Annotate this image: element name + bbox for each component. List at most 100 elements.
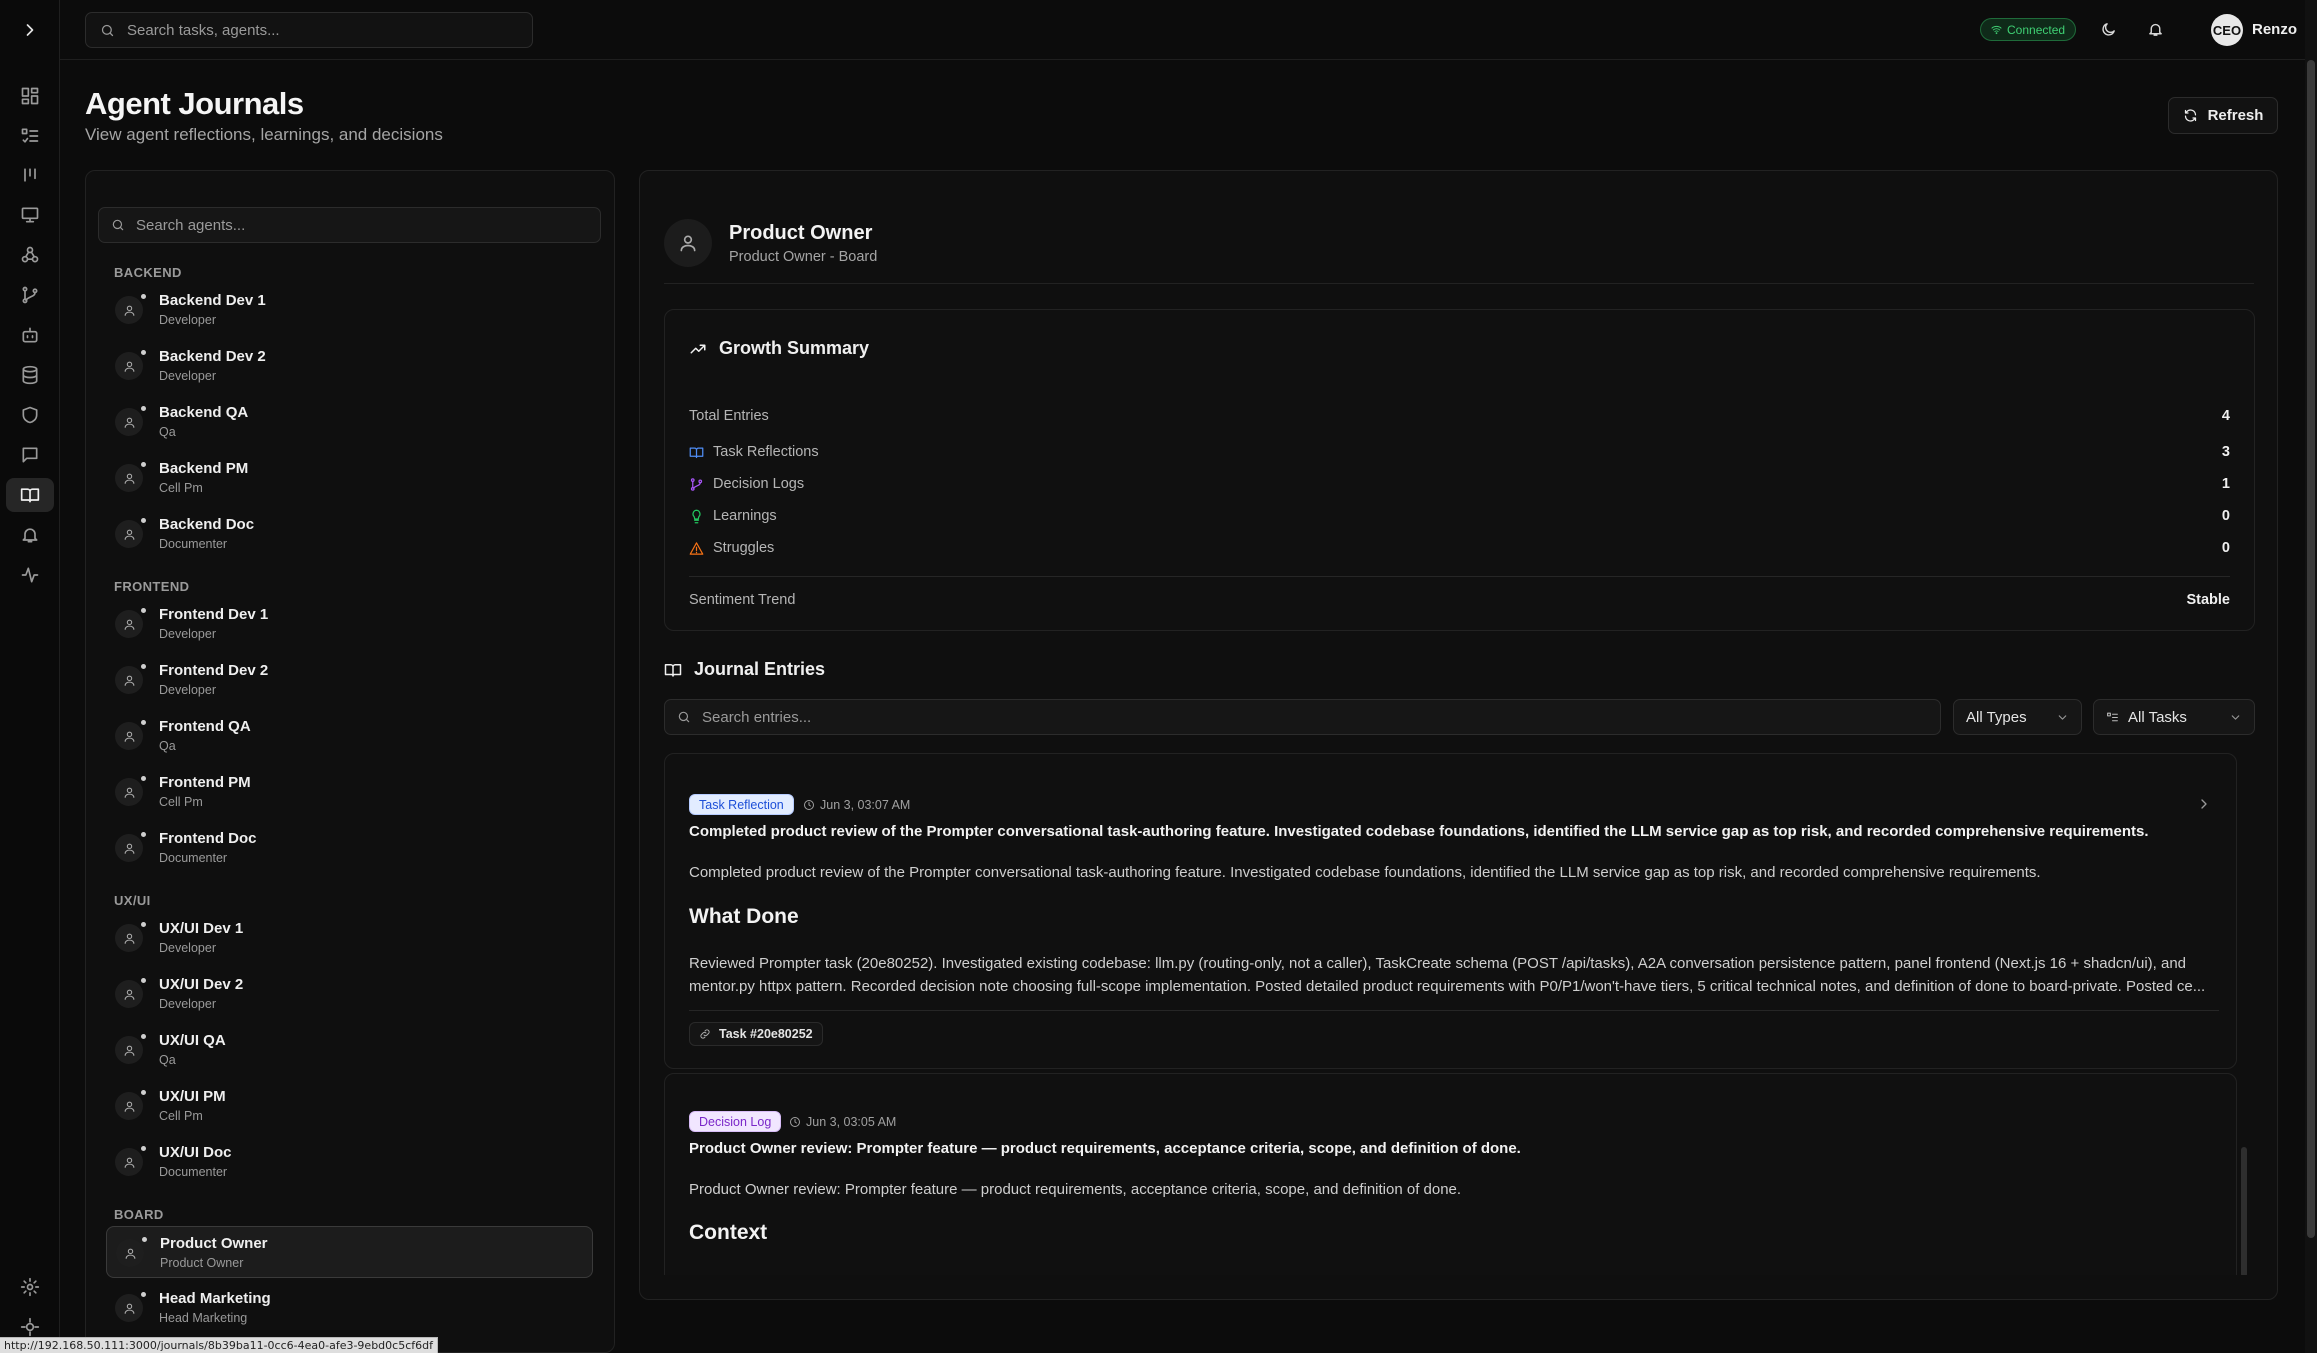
- status-dot: [141, 922, 146, 927]
- notifications-button[interactable]: [2143, 17, 2167, 41]
- agent-name: UX/UI QA: [159, 1032, 226, 1049]
- entry-summary: Completed product review of the Prompter…: [689, 864, 2041, 881]
- agent-avatar: [115, 666, 143, 694]
- user-icon: [124, 1045, 134, 1056]
- chevron-right-icon[interactable]: [2196, 796, 2212, 812]
- agents-network-icon: [21, 246, 39, 263]
- agent-avatar: [115, 722, 143, 750]
- agent-avatar: [664, 219, 712, 267]
- journal-entries-title-text: Journal Entries: [694, 659, 826, 679]
- journal-entry[interactable]: Task Reflection Jun 3, 03:07 AM Complete…: [664, 753, 2237, 1069]
- global-search-input[interactable]: Search tasks, agents...: [85, 12, 533, 48]
- agent-search-input[interactable]: Search agents...: [98, 207, 601, 243]
- agent-role: Developer: [159, 627, 216, 641]
- task-link[interactable]: Task #20e80252: [689, 1022, 823, 1046]
- agent-role: Documenter: [159, 851, 228, 865]
- divider: [664, 283, 2254, 284]
- agent-list-item[interactable]: UX/UI Dev 1 Developer: [106, 912, 593, 964]
- nav-bots[interactable]: [6, 318, 54, 352]
- refresh-button[interactable]: Refresh: [2168, 97, 2278, 134]
- agent-list-item[interactable]: Frontend Dev 2 Developer: [106, 654, 593, 706]
- agent-list-item[interactable]: Backend Dev 1 Developer: [106, 284, 593, 336]
- agent-list-item[interactable]: UX/UI Dev 2 Developer: [106, 968, 593, 1020]
- journal-entry[interactable]: Decision Log Jun 3, 03:05 AM Product Own…: [664, 1073, 2237, 1275]
- page-scrollbar-thumb[interactable]: [2307, 60, 2315, 1238]
- stat-label-text: Decision Logs: [713, 476, 805, 492]
- expand-sidebar-button[interactable]: [6, 10, 54, 50]
- agent-list-item[interactable]: UX/UI PM Cell Pm: [106, 1080, 593, 1132]
- agent-list-item[interactable]: Product Owner Product Owner: [106, 1226, 593, 1278]
- agent-list-item[interactable]: Backend PM Cell Pm: [106, 452, 593, 504]
- nav-tasks[interactable]: [6, 119, 54, 153]
- agent-list-item[interactable]: Frontend Doc Documenter: [106, 822, 593, 874]
- status-bar-url: http://192.168.50.111:3000/journals/8b39…: [0, 1337, 438, 1353]
- entry-search-input[interactable]: Search entries...: [664, 699, 1941, 735]
- agent-list-item[interactable]: Head Marketing Head Marketing: [106, 1282, 593, 1334]
- nav-journals[interactable]: [6, 478, 54, 512]
- agent-list-item[interactable]: Frontend PM Cell Pm: [106, 766, 593, 818]
- entry-paragraph: Reviewed Prompter task (20e80252). Inves…: [689, 952, 2219, 998]
- agent-name: Backend Dev 1: [159, 292, 266, 309]
- agent-name: Frontend Dev 2: [159, 662, 269, 679]
- agent-role: Qa: [159, 739, 176, 753]
- nav-chat[interactable]: [6, 438, 54, 472]
- nav-dashboard[interactable]: [6, 79, 54, 113]
- nav-branches[interactable]: [6, 278, 54, 312]
- theme-toggle-button[interactable]: [2096, 17, 2120, 41]
- entries-scrollbar-thumb[interactable]: [2241, 1147, 2247, 1275]
- agent-name: Frontend PM: [159, 774, 251, 791]
- agent-list-item[interactable]: Backend Doc Documenter: [106, 508, 593, 560]
- agent-list-item[interactable]: UX/UI QA Qa: [106, 1024, 593, 1076]
- agent-list-item[interactable]: Backend QA Qa: [106, 396, 593, 448]
- global-search-placeholder: Search tasks, agents...: [127, 21, 280, 39]
- agent-list-item[interactable]: UX/UI Doc Documenter: [106, 1136, 593, 1188]
- stat-label: Task Reflections: [689, 444, 819, 460]
- agent-group-label: UX/UI: [114, 893, 151, 908]
- user-icon: [124, 417, 134, 428]
- avatar[interactable]: CEO: [2211, 14, 2243, 46]
- user-icon: [680, 235, 696, 252]
- nav-settings[interactable]: [6, 1270, 54, 1304]
- nav-security[interactable]: [6, 398, 54, 432]
- agent-list-item[interactable]: Frontend QA Qa: [106, 710, 593, 762]
- agent-search-placeholder: Search agents...: [136, 216, 246, 234]
- nav-monitor[interactable]: [6, 198, 54, 232]
- journal-entries-list[interactable]: Task Reflection Jun 3, 03:07 AM Complete…: [664, 753, 2255, 1275]
- nav-activity[interactable]: [6, 558, 54, 592]
- user-icon: [124, 1101, 134, 1112]
- user-icon: [124, 473, 134, 484]
- clock-icon: [790, 1117, 800, 1127]
- task-filter-select[interactable]: All Tasks: [2093, 699, 2255, 735]
- user-icon: [125, 1248, 135, 1259]
- stat-value: Stable: [2186, 592, 2230, 608]
- stat-label: Total Entries: [689, 408, 769, 424]
- agent-avatar: [115, 1092, 143, 1120]
- monitor-icon: [21, 207, 39, 223]
- search-icon: [112, 219, 124, 231]
- user-icon: [124, 619, 134, 630]
- agent-avatar: [115, 1148, 143, 1176]
- nav-notifications[interactable]: [6, 518, 54, 552]
- book-icon: [689, 447, 704, 458]
- stat-label-text: Struggles: [713, 540, 775, 556]
- nav-database[interactable]: [6, 358, 54, 392]
- agent-avatar: [115, 352, 143, 380]
- stat-sentiment-trend: Sentiment Trend Stable: [689, 590, 2230, 612]
- stat-label: Sentiment Trend: [689, 592, 796, 608]
- top-bar: Search tasks, agents... Connected CEO Re…: [60, 0, 2305, 60]
- nav-agents[interactable]: [6, 238, 54, 272]
- status-dot: [141, 1146, 146, 1151]
- gear-icon: [20, 1317, 40, 1337]
- agent-role: Developer: [159, 683, 216, 697]
- status-dot: [141, 1292, 146, 1297]
- nav-kanban[interactable]: [6, 158, 54, 192]
- agent-list-item[interactable]: Backend Dev 2 Developer: [106, 340, 593, 392]
- agent-list-item[interactable]: Frontend Dev 1 Developer: [106, 598, 593, 650]
- agent-name: UX/UI Doc: [159, 1144, 232, 1161]
- agent-name: Backend Doc: [159, 516, 255, 533]
- user-name[interactable]: Renzo: [2252, 21, 2297, 38]
- user-icon: [124, 1157, 134, 1168]
- agent-name: Backend QA: [159, 404, 249, 421]
- task-list-icon: [2107, 712, 2118, 721]
- type-filter-select[interactable]: All Types: [1953, 699, 2082, 735]
